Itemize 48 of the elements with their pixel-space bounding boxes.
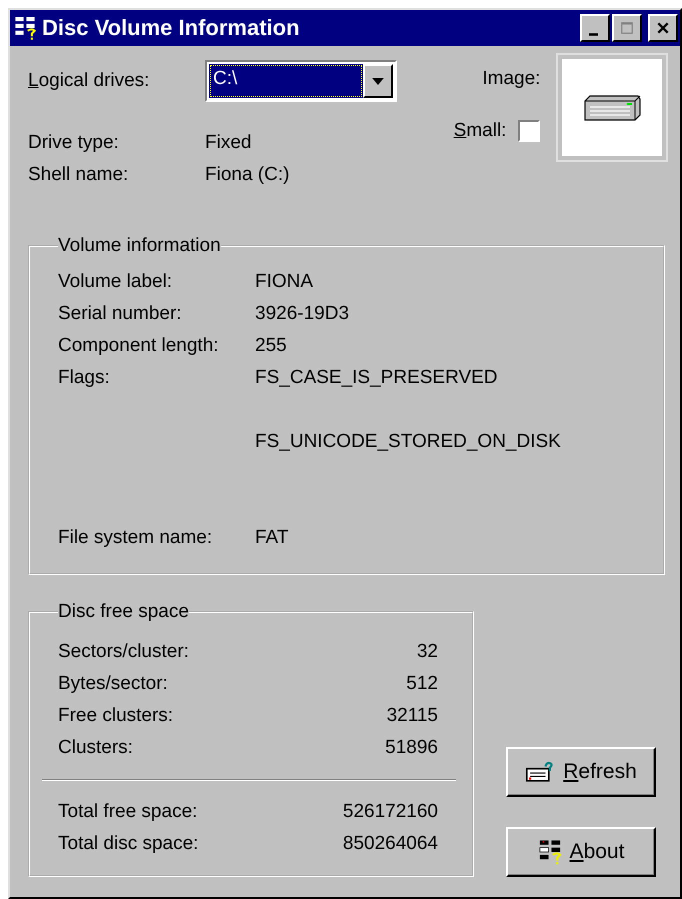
- selected-drive: C:\: [209, 64, 363, 98]
- field-label: Sectors/cluster:: [58, 641, 190, 663]
- field-value: 526172160: [342, 801, 438, 823]
- field-label: Flags:: [58, 367, 111, 390]
- field-value: 255: [255, 335, 288, 357]
- field-value: 3926-19D3: [255, 303, 350, 325]
- info-value: Fiona (C:): [205, 164, 290, 186]
- minimize-button[interactable]: [580, 14, 610, 42]
- field-label: File system name:: [58, 527, 214, 549]
- info-label: Shell name:: [28, 164, 130, 186]
- field-label: Clusters:: [58, 737, 134, 759]
- small-checkbox[interactable]: [518, 120, 540, 142]
- field-label: Free clusters:: [58, 705, 174, 727]
- field-value: FS_UNICODE_STORED_ON_DISK: [255, 431, 562, 453]
- maximize-button[interactable]: [612, 14, 642, 42]
- info-value: Fixed: [205, 132, 252, 154]
- field-label: Volume label:: [58, 271, 174, 293]
- about-button[interactable]: About: [506, 827, 656, 877]
- small-label: Small:: [454, 120, 506, 142]
- field-label: Component length:: [58, 335, 220, 357]
- close-button[interactable]: [648, 14, 678, 42]
- app-icon: [538, 839, 562, 865]
- field-value: FIONA: [255, 271, 314, 293]
- window-title: Disc Volume Information: [42, 15, 301, 41]
- group-title: Volume information: [58, 235, 221, 257]
- hard-drive-icon: [582, 92, 642, 122]
- field-label: Total disc space:: [58, 833, 200, 855]
- field-label: Total free space:: [58, 801, 198, 823]
- maximize-icon: [620, 21, 634, 35]
- logical-drives-label: Logical drives:: [28, 70, 150, 92]
- field-label: Bytes/sector:: [58, 673, 169, 695]
- field-value: 32115: [386, 705, 438, 727]
- field-value: 32: [416, 641, 438, 663]
- refresh-button[interactable]: Refresh: [506, 747, 656, 797]
- info-label: Drive type:: [28, 132, 120, 154]
- app-icon: [14, 15, 36, 41]
- field-value: FAT: [255, 527, 290, 549]
- field-label: Serial number:: [58, 303, 183, 325]
- minimize-icon: [588, 32, 598, 36]
- drive-dropdown[interactable]: C:\: [205, 60, 397, 102]
- group-title: Disc free space: [58, 601, 189, 623]
- card-question-icon: [525, 761, 556, 783]
- field-value: FS_CASE_IS_PRESERVED: [255, 367, 499, 389]
- field-value: 512: [405, 673, 438, 695]
- image-label: Image:: [482, 68, 540, 90]
- close-icon: [656, 21, 670, 35]
- field-value: 850264064: [342, 833, 438, 855]
- field-value: 51896: [385, 737, 438, 759]
